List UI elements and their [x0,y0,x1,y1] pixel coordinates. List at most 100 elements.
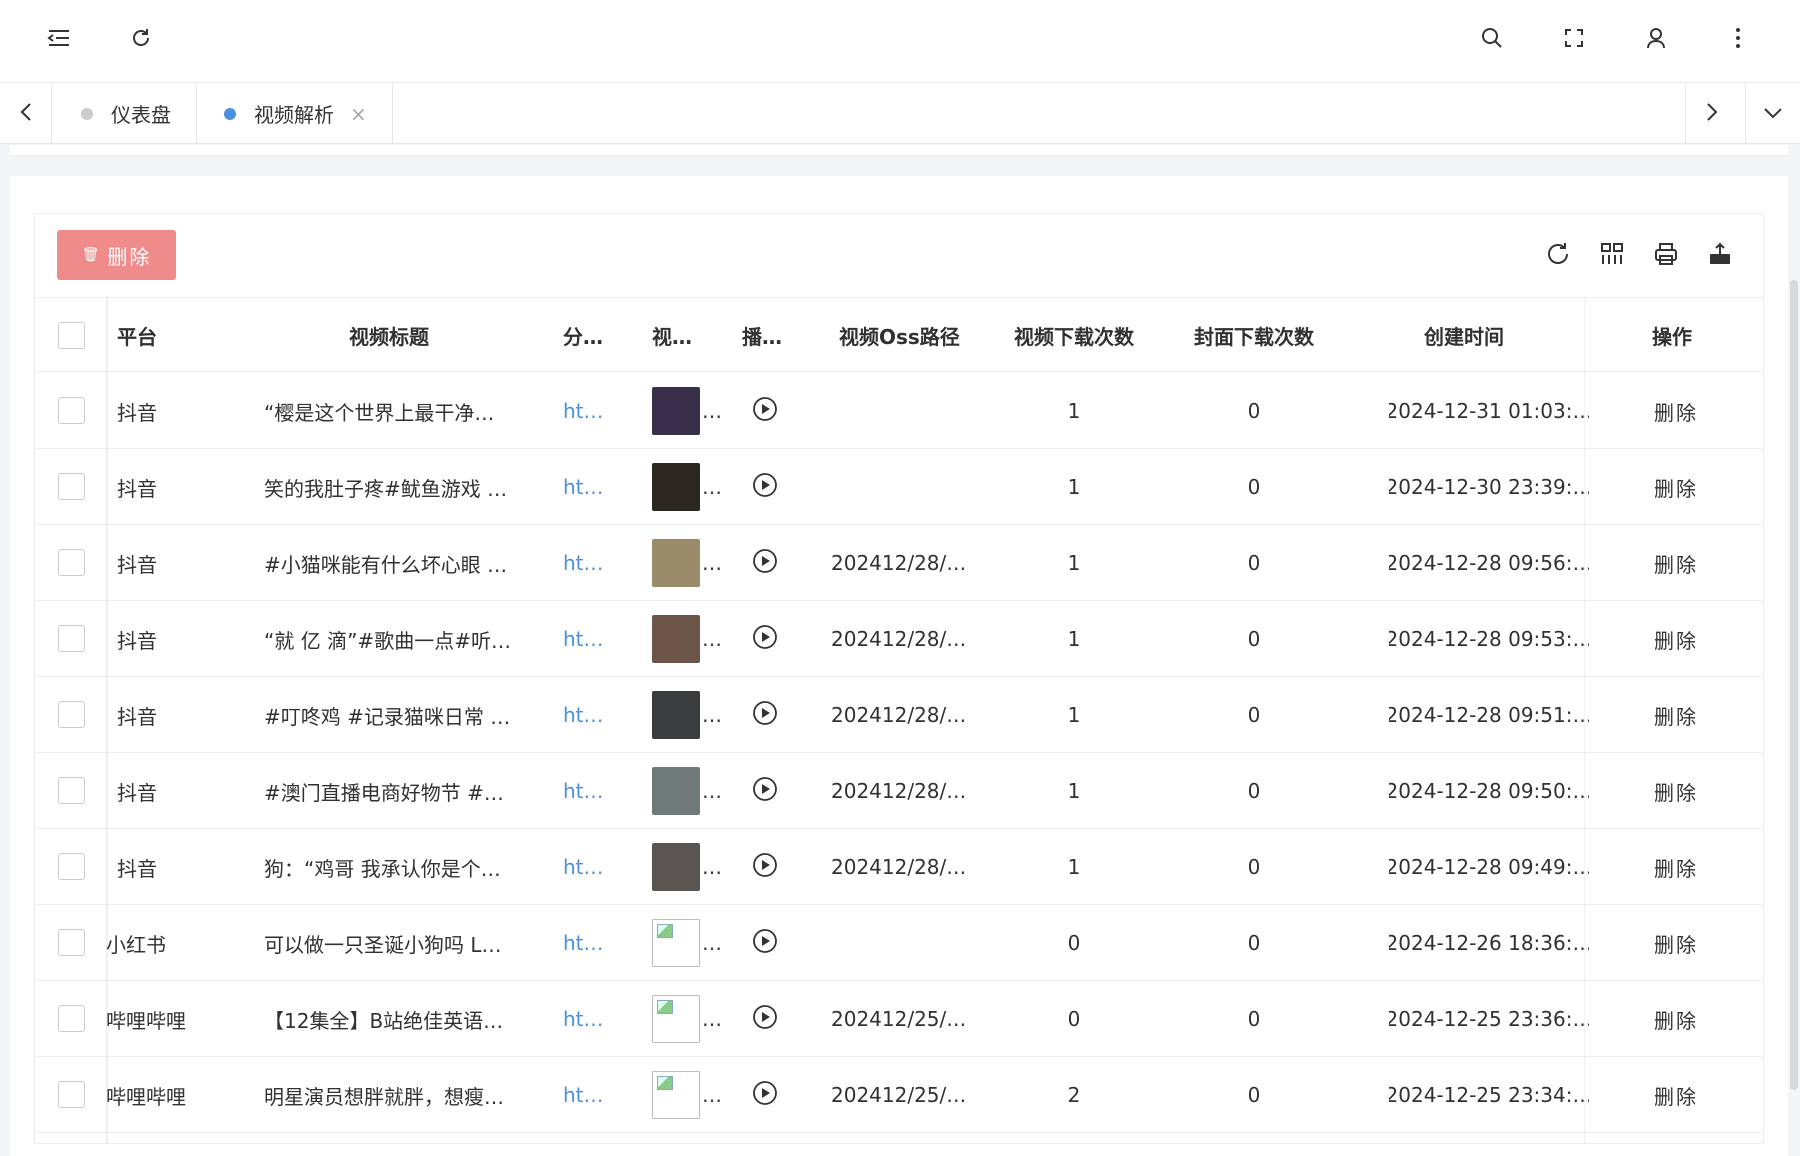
tab-dashboard[interactable]: 仪表盘 [56,83,197,144]
columns-icon[interactable] [1594,236,1630,272]
title-cell: 可以做一只圣诞小狗吗 L… [264,932,502,957]
thumbnail-cell[interactable]: … [652,677,722,753]
share-link[interactable]: ht… [563,373,604,449]
tabs-dropdown-button[interactable] [1745,83,1800,144]
play-button[interactable] [752,981,778,1057]
row-delete-button[interactable]: 删除 [1654,677,1698,753]
row-checkbox[interactable] [58,777,85,804]
share-link[interactable]: ht… [563,981,604,1057]
row-delete-button[interactable]: 删除 [1654,1057,1698,1133]
table-row[interactable]: 哔哩哔哩 明星演员想胖就胖，想瘦… ht… … 202412/25/… 2 0 2024-12… [34,1057,1764,1133]
search-icon[interactable] [1474,20,1510,56]
column-header-thumbnail[interactable]: 视… [652,298,692,373]
column-header-play[interactable]: 播… [742,298,782,373]
row-delete-button[interactable]: 删除 [1654,829,1698,905]
thumbnail-ellipsis: … [702,627,722,651]
share-link[interactable]: ht… [563,677,604,753]
thumbnail-cell[interactable]: … [652,981,722,1057]
play-button[interactable] [752,753,778,829]
play-button[interactable] [752,1057,778,1133]
row-checkbox[interactable] [58,625,85,652]
select-all-checkbox[interactable] [58,322,85,349]
column-header-oss-path[interactable]: 视频Oss路径 [839,298,960,373]
play-button[interactable] [752,829,778,905]
row-delete-button[interactable]: 删除 [1654,373,1698,449]
play-button[interactable] [752,905,778,981]
column-header-cover-downloads[interactable]: 封面下载次数 [1194,298,1314,373]
play-circle-icon [752,624,778,655]
table-row[interactable]: 哔哩哔哩 【12集全】B站绝佳英语… ht… … 202412/25/… 0 0 2024-1… [34,981,1764,1057]
share-link[interactable]: ht… [563,449,604,525]
export-icon[interactable] [1702,236,1738,272]
column-header-platform[interactable]: 平台 [117,298,157,373]
row-delete-button[interactable]: 删除 [1654,449,1698,525]
table-row[interactable]: 抖音 狗：“鸡哥 我承认你是个… ht… … 202412/28/… 1 0 2024-12-… [34,829,1764,905]
print-icon[interactable] [1648,236,1684,272]
row-checkbox[interactable] [58,397,85,424]
tabs-next-button[interactable] [1685,83,1737,144]
oss-path-cell [831,905,981,981]
table-row[interactable]: 抖音 #澳门直播电商好物节 #… ht… … 202412/28/… 1 0 2024-12-… [34,753,1764,829]
tab-video-parse[interactable]: 视频解析 × [199,83,393,144]
row-checkbox[interactable] [58,1081,85,1108]
column-header-title[interactable]: 视频标题 [349,298,429,373]
thumbnail-cell[interactable]: … [652,753,722,829]
row-checkbox[interactable] [58,1005,85,1032]
share-link[interactable]: ht… [563,829,604,905]
column-header-actions: 操作 [1652,325,1692,349]
thumbnail-cell[interactable]: … [652,601,722,677]
batch-delete-button[interactable]: 🗑 删除 [57,230,176,280]
share-link[interactable]: ht… [563,753,604,829]
thumbnail-cell[interactable]: … [652,373,722,449]
close-icon[interactable]: × [350,102,367,126]
tab-status-dot [81,107,93,120]
oss-path-cell: 202412/28/… [831,627,967,651]
cover-download-count: 0 [1247,779,1261,803]
row-checkbox[interactable] [58,853,85,880]
row-delete-button[interactable]: 删除 [1654,525,1698,601]
row-delete-button[interactable]: 删除 [1654,981,1698,1057]
table-row[interactable]: 抖音 “樱是这个世界上最干净… ht… … 1 0 2024-12-31 01:03:… 删除 [34,373,1764,449]
more-vertical-icon[interactable] [1720,20,1756,56]
thumbnail-cell[interactable]: … [652,829,722,905]
share-link[interactable]: ht… [563,905,604,981]
share-link[interactable]: ht… [563,601,604,677]
play-button[interactable] [752,677,778,753]
row-checkbox[interactable] [58,473,85,500]
table-row[interactable]: 小红书 可以做一只圣诞小狗吗 L… ht… … 0 0 2024-12-26 18:36:…… [34,905,1764,981]
page-scrollbar[interactable] [1790,280,1798,1090]
row-delete-button[interactable]: 删除 [1654,905,1698,981]
fullscreen-icon[interactable] [1556,20,1592,56]
play-button[interactable] [752,449,778,525]
table-row[interactable]: 抖音 #叮咚鸡 #记录猫咪日常 … ht… … 202412/28/… 1 0 2024-12… [34,677,1764,753]
column-header-created-time[interactable]: 创建时间 [1424,298,1504,373]
column-header-video-downloads[interactable]: 视频下载次数 [1014,298,1134,373]
play-button[interactable] [752,373,778,449]
platform-cell: 哔哩哔哩 [106,1008,186,1033]
video-download-count: 1 [1067,551,1081,575]
table-row[interactable]: 抖音 笑的我肚子疼#鱿鱼游戏 … ht… … 1 0 2024-12-30 23:39:… 删… [34,449,1764,525]
share-link[interactable]: ht… [563,1057,604,1133]
row-checkbox[interactable] [58,929,85,956]
thumbnail-cell[interactable]: … [652,1057,722,1133]
table-refresh-icon[interactable] [1540,236,1576,272]
refresh-icon[interactable] [123,20,159,56]
row-delete-button[interactable]: 删除 [1654,601,1698,677]
row-delete-button[interactable]: 删除 [1654,753,1698,829]
thumbnail-ellipsis: … [702,779,722,803]
thumbnail-cell[interactable]: … [652,525,722,601]
thumbnail-cell[interactable]: … [652,905,722,981]
tabs-prev-button[interactable] [0,83,52,144]
share-link[interactable]: ht… [563,525,604,601]
row-checkbox[interactable] [58,549,85,576]
menu-fold-icon[interactable] [41,20,77,56]
row-checkbox[interactable] [58,701,85,728]
play-button[interactable] [752,525,778,601]
thumbnail-cell[interactable]: … [652,449,722,525]
column-header-share-link[interactable]: 分… [563,298,603,373]
user-icon[interactable] [1638,20,1674,56]
table-row[interactable]: 抖音 “就 亿 滴”#歌曲一点#听… ht… … 202412/28/… 1 0 2024-1… [34,601,1764,677]
broken-image-icon [652,919,700,967]
play-button[interactable] [752,601,778,677]
table-row[interactable]: 抖音 #小猫咪能有什么坏心眼 … ht… … 202412/28/… 1 0 2024-12-… [34,525,1764,601]
